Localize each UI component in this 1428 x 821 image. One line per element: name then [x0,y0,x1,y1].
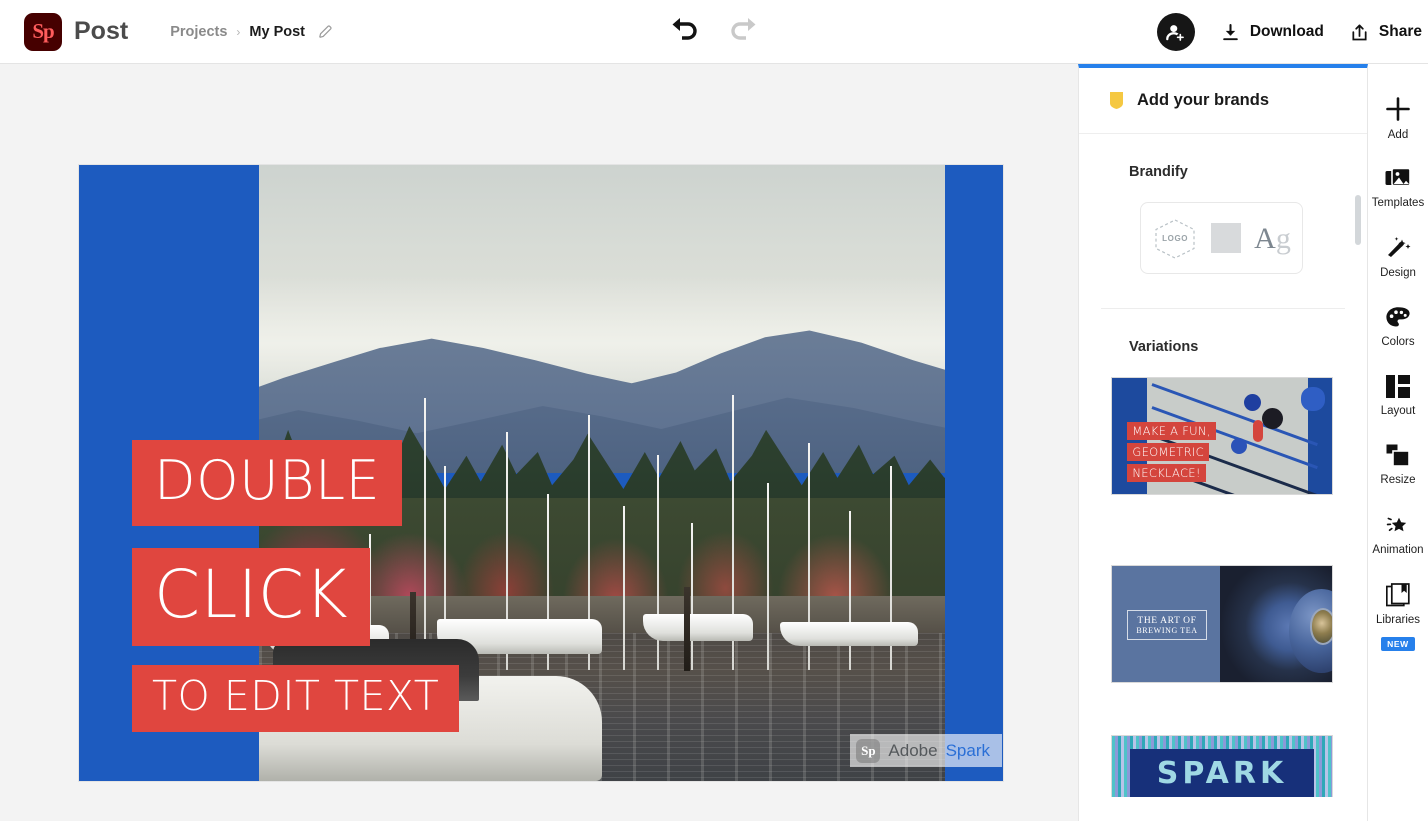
thumb2-line-2: BREWING TEA [1136,625,1198,635]
canvas-text-blocks: DOUBLE CLICK TO EDIT TEXT [79,165,1003,781]
variation-thumbnail-tea[interactable]: THE ART OF BREWING TEA [1111,565,1333,683]
variation-thumbnail-spark[interactable]: SPARK [1111,735,1333,797]
logo-placeholder-label: LOGO [1162,233,1189,243]
brand-home-link[interactable]: Sp Post [24,12,129,51]
libraries-new-badge: NEW [1381,637,1415,651]
thumb2-infuser [1309,607,1332,645]
download-arrow-icon [1221,23,1240,42]
variation-thumbnail-necklace[interactable]: MAKE A FUN, GEOMETRIC NECKLACE! [1111,377,1333,495]
text-block-line-3[interactable]: TO EDIT TEXT [132,665,460,732]
logo-placeholder-icon[interactable]: LOGO [1152,218,1198,259]
rail-label-animation: Animation [1372,544,1424,556]
plus-icon [1385,96,1411,122]
color-swatch-icon[interactable] [1211,223,1242,253]
shield-icon [1109,91,1124,110]
sparkle-star-icon [1385,513,1411,537]
thumb1-line-2: GEOMETRIC [1127,443,1209,462]
libraries-book-icon [1386,583,1410,607]
resize-squares-icon [1386,444,1411,467]
palette-icon [1385,306,1411,329]
thumb1-line-1: MAKE A FUN, [1127,422,1216,441]
top-toolbar: Sp Post Projects › My Post Download Shar… [0,0,1428,64]
variations-title: Variations [1129,339,1199,355]
magic-wand-icon [1385,236,1411,260]
editor-stage[interactable]: DOUBLE CLICK TO EDIT TEXT Sp Adobe Spark [0,64,1078,821]
share-label: Share [1378,23,1422,40]
top-right-actions: Download Share [1156,0,1428,64]
thumb3-box: SPARK [1129,749,1315,797]
variations-section: Variations [1079,309,1367,355]
tools-rail: Add Templates Design Colors Layout Resiz… [1368,64,1428,821]
design-canvas[interactable]: DOUBLE CLICK TO EDIT TEXT Sp Adobe Spark [79,165,1003,781]
rail-item-animation[interactable]: Animation [1368,513,1428,556]
rail-label-colors: Colors [1381,336,1415,348]
undo-arrow-icon[interactable] [662,8,706,52]
rail-label-design: Design [1380,267,1416,279]
breadcrumb: Projects › My Post [170,23,334,40]
breadcrumb-current-title[interactable]: My Post [249,24,305,40]
thumb2-text-frame: THE ART OF BREWING TEA [1127,610,1207,641]
panel-scrollbar[interactable] [1355,195,1361,245]
rail-label-templates: Templates [1371,197,1425,209]
thumb1-line-3: NECKLACE! [1127,464,1206,483]
rail-label-layout: Layout [1380,405,1416,417]
add-person-icon[interactable] [1156,13,1195,51]
text-block-line-1[interactable]: DOUBLE [132,440,403,526]
share-button[interactable]: Share [1350,23,1422,42]
typography-sample[interactable]: Ag [1254,221,1291,255]
thumb2-line-1: THE ART OF [1137,615,1197,626]
breadcrumb-projects-link[interactable]: Projects [170,24,227,40]
rail-item-layout[interactable]: Layout [1368,375,1428,417]
thumb1-text: MAKE A FUN, GEOMETRIC NECKLACE! [1127,422,1216,485]
rail-label-libraries: Libraries [1375,614,1421,626]
redo-arrow-icon[interactable] [722,8,766,52]
panel-header: Add your brands [1079,68,1367,134]
rail-item-design[interactable]: Design [1368,236,1428,279]
brands-panel: Add your brands Brandify LOGO Ag Variati… [1078,64,1368,821]
watermark-spark-label: Spark [945,740,990,760]
adobe-spark-logo-icon: Sp [24,12,62,51]
adobe-spark-watermark[interactable]: Sp Adobe Spark [850,734,1002,767]
panel-title: Add your brands [1137,91,1270,109]
text-block-line-2[interactable]: CLICK [132,548,371,646]
panel-body[interactable]: Brandify LOGO Ag Variations MAKE A FUN, … [1079,134,1367,821]
breadcrumb-separator-icon: › [236,24,241,39]
rail-item-resize[interactable]: Resize [1368,444,1428,486]
watermark-adobe-label: Adobe [888,740,938,760]
rail-item-add[interactable]: Add [1368,96,1428,141]
rail-item-colors[interactable]: Colors [1368,306,1428,348]
app-name-label: Post [74,17,129,45]
adobe-spark-post-editor: Sp Post Projects › My Post Download Shar… [0,0,1428,821]
rail-label-add: Add [1387,129,1409,141]
brandify-title: Brandify [1129,164,1188,180]
history-controls [662,8,766,52]
rail-label-resize: Resize [1380,474,1416,486]
image-stack-icon [1385,168,1411,190]
rail-item-templates[interactable]: Templates [1368,168,1428,209]
brandify-card[interactable]: LOGO Ag [1140,202,1303,274]
pencil-icon[interactable] [317,23,334,40]
rail-item-libraries[interactable]: Libraries NEW [1368,583,1428,651]
thumb3-word: SPARK [1156,755,1288,791]
thumb2-photo [1219,566,1332,682]
watermark-logo-icon: Sp [856,738,881,763]
share-box-icon [1350,23,1369,42]
download-label: Download [1249,23,1324,40]
layout-grid-icon [1386,375,1410,398]
download-button[interactable]: Download [1221,23,1324,42]
type-sample-g: g [1275,221,1291,255]
brandify-section: Brandify LOGO Ag [1079,134,1367,274]
type-sample-a: A [1254,221,1276,255]
